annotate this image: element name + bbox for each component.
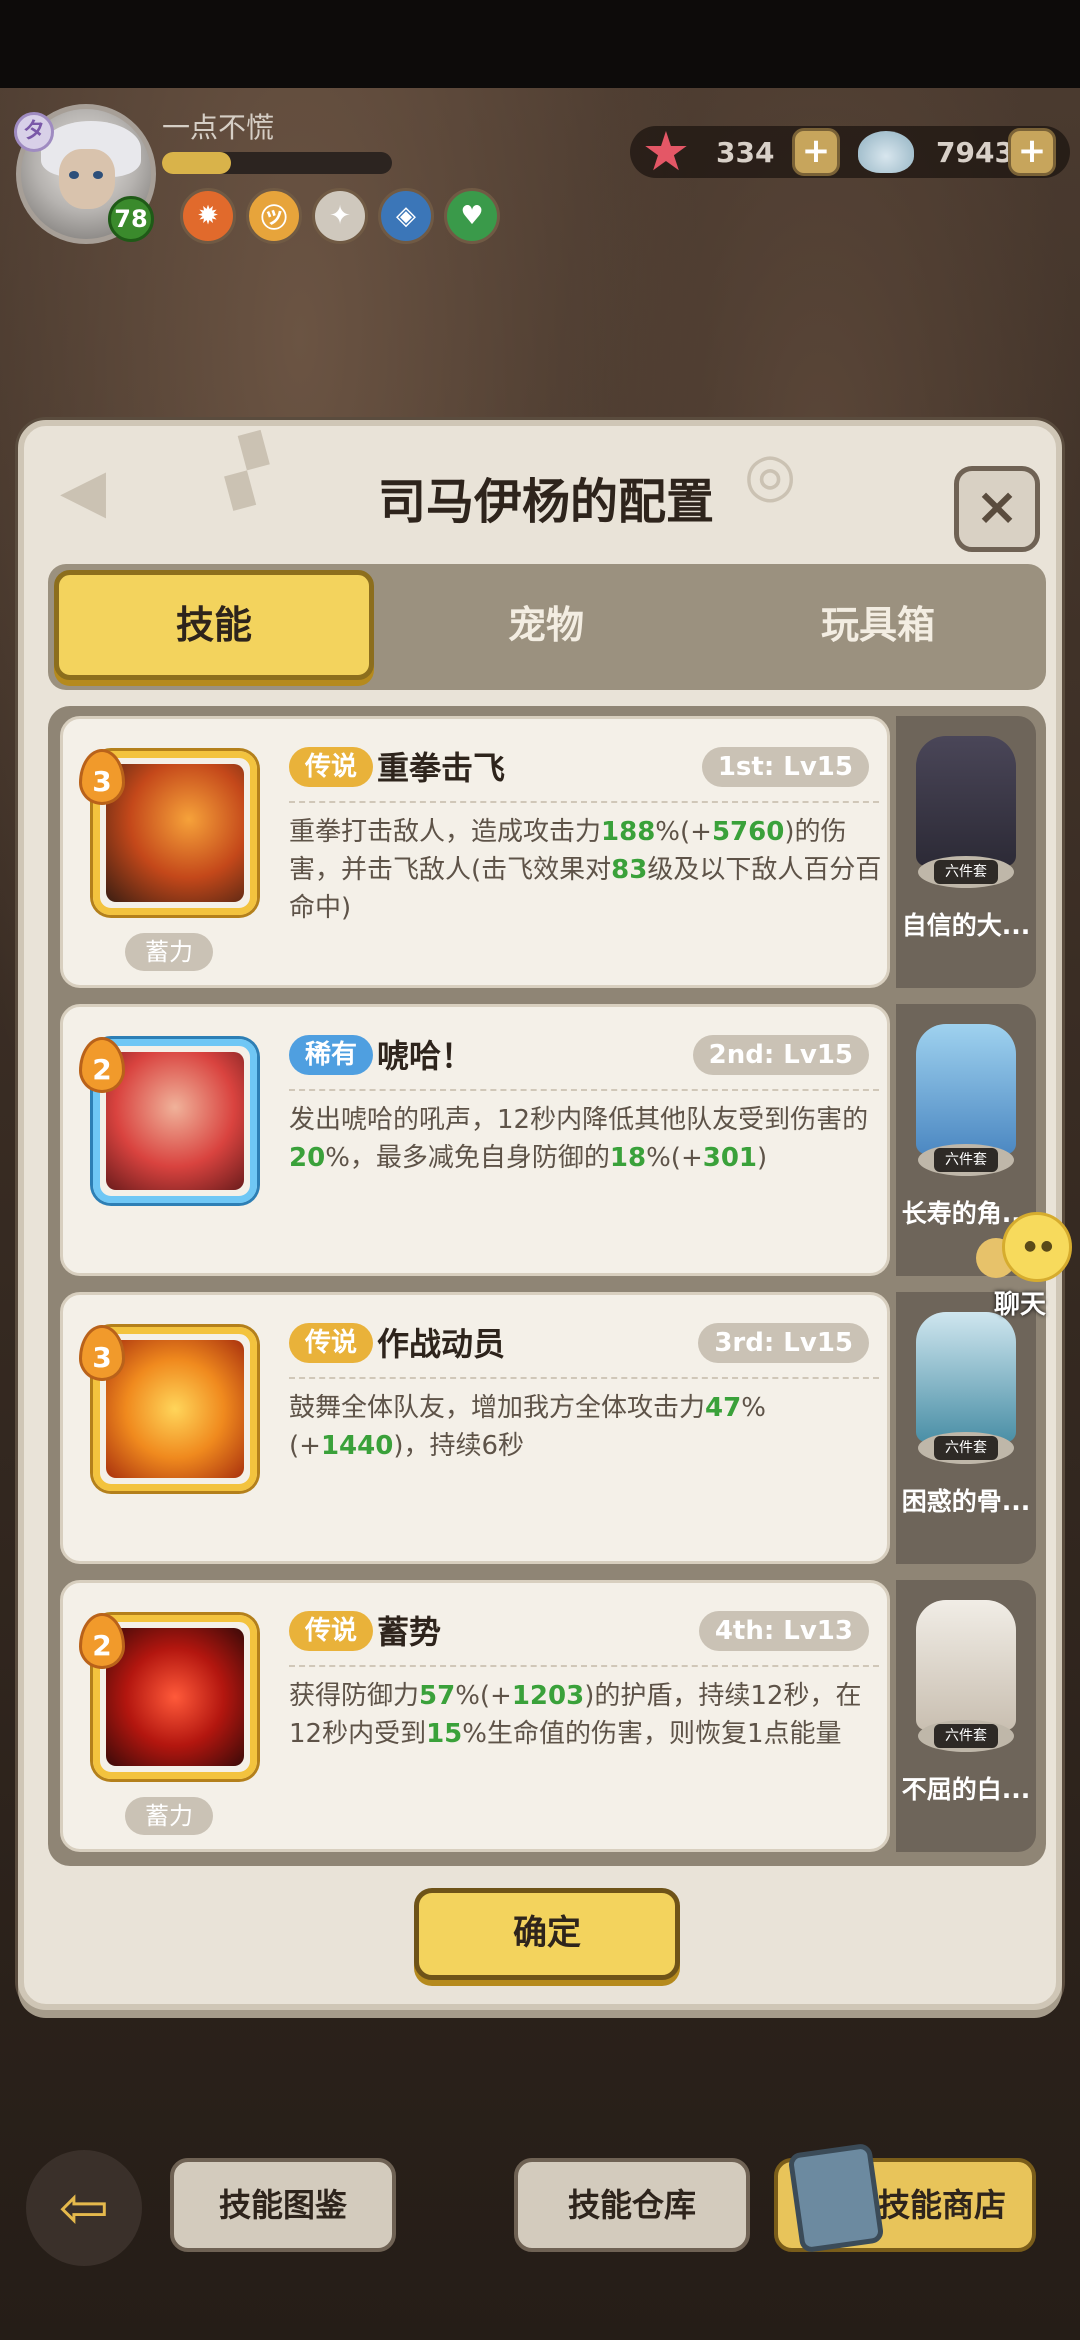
exp-bar — [162, 152, 392, 174]
chat-button[interactable]: ● ● 聊天 — [972, 1212, 1080, 1322]
tab-toybox[interactable]: 玩具箱 — [718, 570, 1038, 680]
skill-shop-label: 技能商店 — [877, 2186, 1006, 2224]
skill-description: 重拳打击敌人，造成攻击力188%(+5760)的伤害，并击飞敌人(击飞效果对83… — [289, 817, 882, 923]
charge-tag: 蓄力 — [125, 933, 213, 971]
rarity-badge: 传说 — [289, 1323, 374, 1363]
sheep-pet-icon — [916, 1600, 1016, 1730]
dragon-pet-icon — [916, 1312, 1016, 1442]
status-bar — [0, 0, 1080, 88]
set-tag: 六件套 — [934, 860, 998, 884]
starfish-icon: ★ — [641, 120, 691, 183]
rarity-badge: 传说 — [289, 1611, 374, 1651]
tab-skills[interactable]: 技能 — [54, 570, 374, 680]
add-starfish-button[interactable]: + — [792, 128, 840, 176]
rarity-badge: 稀有 — [289, 1035, 374, 1075]
set-tag: 六件套 — [934, 1148, 998, 1172]
back-arrow-icon: ⇦ — [58, 2173, 110, 2243]
pet-slot[interactable]: 六件套 自信的大... — [896, 716, 1036, 988]
skill-catalog-button[interactable]: 技能图鉴 — [170, 2158, 396, 2252]
starfish-currency: ★ 334 — [638, 120, 775, 183]
set-tag: 六件套 — [934, 1724, 998, 1748]
skill-list: 3 蓄力 传说 重拳击飞 1st: Lv15 重拳打击敌人，造成攻击力188%(… — [48, 706, 1046, 1866]
skill-description: 发出唬哈的吼声，12秒内降低其他队友受到伤害的20%，最多减免自身防御的18%(… — [289, 1105, 869, 1173]
divider — [289, 1089, 879, 1091]
skill-card[interactable]: 2 蓄力 传说 蓄势 4th: Lv13 获得防御力57%(+1203)的护盾，… — [60, 1580, 890, 1852]
whale-pet-icon — [916, 1024, 1016, 1154]
skill-name: 唬哈！ — [377, 1037, 474, 1075]
divider — [289, 1377, 879, 1379]
back-button[interactable]: ⇦ — [26, 2150, 142, 2266]
coin-rank-icon[interactable]: ㋡ — [246, 188, 302, 244]
fire-rank-icon[interactable]: ✹ — [180, 188, 236, 244]
shell-currency: 7943 — [858, 122, 1014, 182]
dialog-title: 司马伊杨的配置 — [377, 474, 714, 530]
shell-count: 7943 — [936, 135, 1014, 169]
slot-level: 2nd: Lv15 — [692, 1035, 869, 1075]
pet-name: 困惑的骨... — [901, 1487, 1031, 1516]
rarity-badge: 传说 — [289, 747, 374, 787]
pet-name: 自信的大... — [901, 911, 1031, 940]
skill-card[interactable]: 2 稀有 唬哈！ 2nd: Lv15 发出唬哈的吼声，12秒内降低其他队友受到伤… — [60, 1004, 890, 1276]
confirm-button[interactable]: 确定 — [414, 1888, 680, 1980]
heart-rank-icon[interactable]: ♥ — [444, 188, 500, 244]
skill-description: 获得防御力57%(+1203)的护盾，持续12秒，在12秒内受到15%生命值的伤… — [289, 1681, 862, 1749]
player-name: 一点不慌 — [162, 111, 275, 144]
shell-icon — [858, 131, 914, 173]
set-tag: 六件套 — [934, 1436, 998, 1460]
slot-level: 1st: Lv15 — [701, 747, 869, 787]
pet-name: 不屈的白... — [901, 1775, 1031, 1804]
skill-name: 重拳击飞 — [377, 749, 506, 787]
shop-icon — [787, 2142, 885, 2254]
shield-rank-icon[interactable]: ◈ — [378, 188, 434, 244]
tab-bar: 技能 宠物 玩具箱 — [48, 564, 1046, 690]
config-dialog: ◀ ▞ ◎ 司马伊杨的配置 × 技能 宠物 玩具箱 3 蓄力 传说 重拳击飞 1… — [18, 420, 1062, 2010]
gear-rank-icon[interactable]: ✦ — [312, 188, 368, 244]
chat-label: 聊天 — [994, 1290, 1047, 1320]
skill-description: 鼓舞全体队友，增加我方全体攻击力47%(+1440)，持续6秒 — [289, 1393, 766, 1461]
pet-slot[interactable]: 六件套 困惑的骨... — [896, 1292, 1036, 1564]
add-shell-button[interactable]: + — [1008, 128, 1056, 176]
divider — [289, 801, 879, 803]
rank-icons: ✹ ㋡ ✦ ◈ ♥ — [180, 188, 500, 250]
slot-level: 3rd: Lv15 — [698, 1323, 869, 1363]
charge-tag: 蓄力 — [125, 1797, 213, 1835]
close-button[interactable]: × — [954, 466, 1040, 552]
level-badge: 78 — [108, 196, 154, 242]
skill-card[interactable]: 3 蓄力 传说 重拳击飞 1st: Lv15 重拳打击敌人，造成攻击力188%(… — [60, 716, 890, 988]
skill-shop-button[interactable]: 技能商店 — [774, 2142, 1036, 2254]
exp-bar-fill — [162, 152, 231, 174]
skill-card[interactable]: 3 传说 作战动员 3rd: Lv15 鼓舞全体队友，增加我方全体攻击力47%(… — [60, 1292, 890, 1564]
starfish-count: 334 — [716, 135, 775, 169]
divider — [289, 1665, 879, 1667]
skill-warehouse-button[interactable]: 技能仓库 — [514, 2158, 750, 2252]
tab-pets[interactable]: 宠物 — [386, 570, 706, 680]
slot-level: 4th: Lv13 — [698, 1611, 869, 1651]
goat-pet-icon — [916, 736, 1016, 866]
profile-badge-icon: タ — [14, 112, 54, 152]
skill-name: 作战动员 — [377, 1325, 506, 1363]
skill-name: 蓄势 — [377, 1613, 442, 1651]
pet-slot[interactable]: 六件套 不屈的白... — [896, 1580, 1036, 1852]
